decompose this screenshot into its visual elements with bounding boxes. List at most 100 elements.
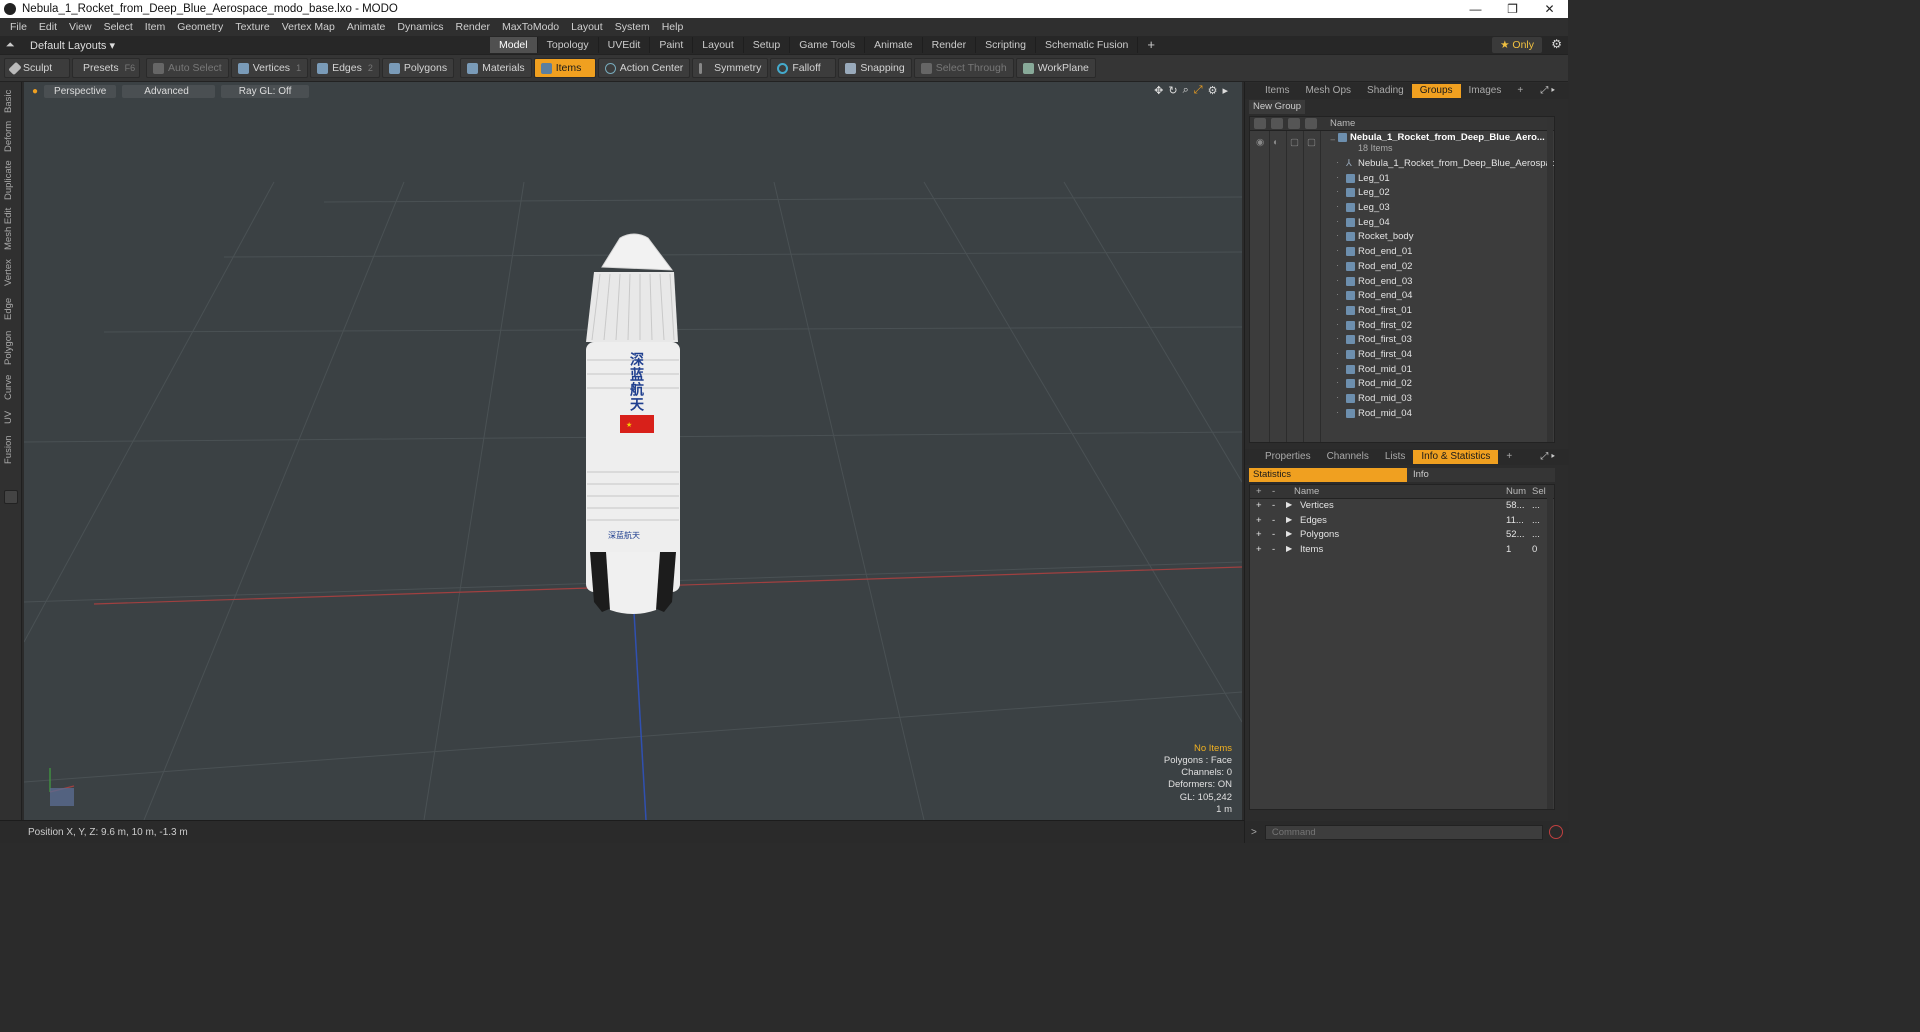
menu-dynamics[interactable]: Dynamics bbox=[391, 21, 449, 33]
group-item-row[interactable]: · Leg_04 bbox=[1250, 216, 1554, 231]
lock-checkbox[interactable]: ▢ bbox=[1290, 137, 1299, 148]
layout-toggle-icon[interactable]: ⏶ bbox=[0, 39, 20, 52]
menu-select[interactable]: Select bbox=[98, 21, 139, 33]
tab-groups[interactable]: Groups bbox=[1411, 84, 1461, 98]
add-panel-tab-icon[interactable]: + bbox=[1509, 84, 1531, 98]
stop-icon[interactable] bbox=[1548, 825, 1563, 839]
group-item-row[interactable]: · Rocket_body bbox=[1250, 230, 1554, 245]
vtab-basic[interactable]: Basic bbox=[3, 86, 19, 116]
tab-animate[interactable]: Animate bbox=[865, 37, 923, 53]
group-item-row[interactable]: · Rod_first_01 bbox=[1250, 304, 1554, 319]
tab-shading[interactable]: Shading bbox=[1359, 84, 1412, 98]
menu-view[interactable]: View bbox=[63, 21, 98, 33]
tab-uvedit[interactable]: UVEdit bbox=[599, 37, 651, 53]
stats-col-sel[interactable]: Sel bbox=[1532, 486, 1546, 497]
tab-properties[interactable]: Properties bbox=[1257, 450, 1319, 464]
menu-layout[interactable]: Layout bbox=[565, 21, 609, 33]
tab-schematic-fusion[interactable]: Schematic Fusion bbox=[1036, 37, 1139, 53]
menu-render[interactable]: Render bbox=[450, 21, 496, 33]
symmetry-button[interactable]: Symmetry bbox=[692, 58, 769, 78]
viewport-settings-icon[interactable]: ⚙ bbox=[1208, 84, 1218, 97]
stats-row-items[interactable]: + - ▶ Items 1 0 bbox=[1250, 543, 1554, 558]
add-selection-icon[interactable]: + bbox=[1256, 529, 1262, 540]
edges-button[interactable]: Edges 2 bbox=[310, 58, 380, 78]
add-panel-tab-icon[interactable]: + bbox=[1498, 450, 1520, 464]
stats-row-vertices[interactable]: + - ▶ Vertices 58...... bbox=[1250, 499, 1554, 514]
visibility-eye-icon[interactable]: ◉ bbox=[1256, 137, 1264, 148]
group-item-row[interactable]: · Rod_end_01 bbox=[1250, 245, 1554, 260]
tab-setup[interactable]: Setup bbox=[744, 37, 791, 53]
only-toggle[interactable]: ★ Only bbox=[1492, 37, 1542, 53]
shading-dropdown[interactable]: Advanced bbox=[122, 84, 215, 98]
vtab-curve[interactable]: Curve bbox=[3, 372, 19, 402]
items-button[interactable]: Items bbox=[533, 58, 596, 78]
render-icon[interactable] bbox=[1271, 118, 1283, 129]
snapping-button[interactable]: Snapping bbox=[838, 58, 912, 78]
expand-arrow-icon[interactable]: ▶ bbox=[1286, 515, 1292, 524]
vtab-fusion[interactable]: Fusion bbox=[3, 432, 19, 468]
menu-help[interactable]: Help bbox=[656, 21, 690, 33]
render-icon[interactable]: ◐ bbox=[1273, 137, 1279, 148]
group-item-row[interactable]: · Rod_mid_02 bbox=[1250, 377, 1554, 392]
menu-texture[interactable]: Texture bbox=[229, 21, 275, 33]
command-input[interactable] bbox=[1264, 824, 1543, 840]
stats-row-polygons[interactable]: + - ▶ Polygons 52...... bbox=[1250, 528, 1554, 543]
workplane-button[interactable]: WorkPlane bbox=[1015, 58, 1096, 78]
vertices-button[interactable]: Vertices 1 bbox=[230, 58, 309, 78]
tab-channels[interactable]: Channels bbox=[1319, 450, 1377, 464]
zoom-icon[interactable]: ⌕ bbox=[1183, 84, 1189, 97]
tab-model[interactable]: Model bbox=[490, 37, 538, 53]
tab-layout[interactable]: Layout bbox=[693, 37, 744, 53]
tab-mesh-ops[interactable]: Mesh Ops bbox=[1297, 84, 1359, 98]
auto-select-button[interactable]: Auto Select bbox=[146, 58, 229, 78]
menu-geometry[interactable]: Geometry bbox=[171, 21, 229, 33]
expand-arrow-icon[interactable]: ▶ bbox=[1286, 529, 1292, 538]
tab-game-tools[interactable]: Game Tools bbox=[790, 37, 866, 53]
visibility-eye-icon[interactable] bbox=[1254, 118, 1266, 129]
group-item-row[interactable]: · Rod_first_02 bbox=[1250, 319, 1554, 334]
menu-animate[interactable]: Animate bbox=[341, 21, 392, 33]
viewport-menu-dot[interactable]: ● bbox=[32, 86, 38, 97]
vtab-vertex[interactable]: Vertex bbox=[3, 256, 19, 290]
group-item-row[interactable]: · Leg_02 bbox=[1250, 186, 1554, 201]
add-selection-icon[interactable]: + bbox=[1256, 515, 1262, 526]
menu-file[interactable]: File bbox=[4, 21, 33, 33]
stats-col-num[interactable]: Num bbox=[1506, 486, 1526, 497]
rotate-icon[interactable]: ↻ bbox=[1168, 84, 1177, 97]
polygons-button[interactable]: Polygons bbox=[381, 58, 455, 78]
group-item-row[interactable]: · Rod_first_04 bbox=[1250, 348, 1554, 363]
group-item-row[interactable]: · Rod_mid_04 bbox=[1250, 407, 1554, 422]
vtab-uv[interactable]: UV bbox=[3, 406, 19, 428]
sculpt-button[interactable]: Sculpt bbox=[4, 58, 70, 78]
pan-icon[interactable]: ✥ bbox=[1154, 84, 1163, 97]
close-button[interactable]: ✕ bbox=[1531, 0, 1568, 18]
gear-icon[interactable]: ⚙ bbox=[1551, 37, 1562, 51]
stats-col-name[interactable]: Name bbox=[1294, 486, 1319, 497]
menu-system[interactable]: System bbox=[609, 21, 656, 33]
vtab-edge[interactable]: Edge bbox=[3, 294, 19, 324]
group-item-row[interactable]: · Leg_01 bbox=[1250, 172, 1554, 187]
collapse-icon[interactable]: − bbox=[1330, 135, 1336, 146]
expand-arrow-icon[interactable]: ▶ bbox=[1286, 500, 1292, 509]
menu-vertex-map[interactable]: Vertex Map bbox=[276, 21, 341, 33]
viewport-expand-icon[interactable]: ▸ bbox=[1222, 84, 1228, 97]
tab-lists[interactable]: Lists bbox=[1377, 450, 1414, 464]
select-icon[interactable] bbox=[1305, 118, 1317, 129]
panel-expand-icon[interactable]: ⤢ ▸ bbox=[1532, 450, 1563, 464]
tab-render[interactable]: Render bbox=[923, 37, 977, 53]
remove-selection-icon[interactable]: - bbox=[1272, 529, 1275, 540]
group-item-row[interactable]: · Rod_mid_03 bbox=[1250, 392, 1554, 407]
select-checkbox[interactable]: ▢ bbox=[1307, 137, 1316, 148]
subtab-statistics[interactable]: Statistics bbox=[1249, 468, 1407, 482]
groups-scrollbar[interactable] bbox=[1547, 117, 1553, 442]
tab-scripting[interactable]: Scripting bbox=[976, 37, 1036, 53]
fit-icon[interactable]: ⤢ bbox=[1194, 84, 1203, 97]
group-root-row[interactable]: ◉ ◐ ▢ ▢ − Nebula_1_Rocket_from_Deep_Blue… bbox=[1250, 131, 1554, 157]
lock-icon[interactable] bbox=[1288, 118, 1300, 129]
group-item-row[interactable]: · Rod_end_03 bbox=[1250, 275, 1554, 290]
menu-edit[interactable]: Edit bbox=[33, 21, 63, 33]
raygl-toggle[interactable]: Ray GL: Off bbox=[220, 84, 310, 98]
group-item-row[interactable]: · ⅄ Nebula_1_Rocket_from_Deep_Blue_Aerospa… bbox=[1250, 157, 1554, 172]
add-selection-icon[interactable]: + bbox=[1256, 544, 1262, 555]
minimize-button[interactable]: — bbox=[1457, 0, 1494, 18]
